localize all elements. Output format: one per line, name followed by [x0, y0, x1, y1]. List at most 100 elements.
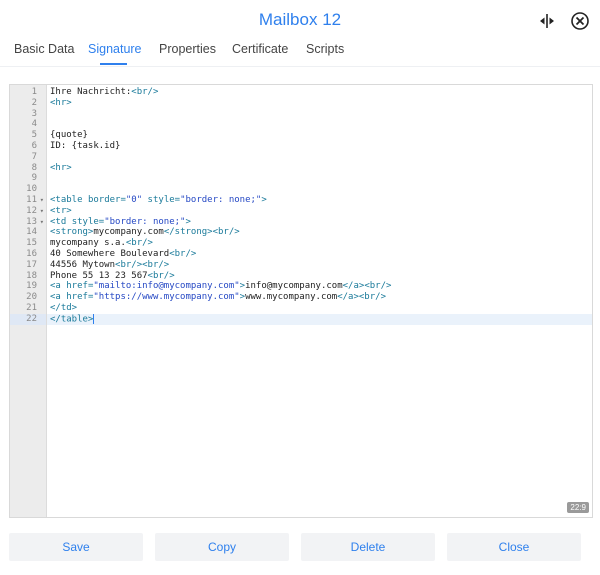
code-token: </td> — [50, 303, 78, 313]
code-token: <a — [50, 292, 67, 303]
code-token: </table> — [50, 314, 94, 325]
code-token: Phone 55 13 23 567 — [50, 270, 148, 281]
code-token: "border: none;" — [180, 195, 262, 205]
line-number: 13 ▾ — [10, 217, 46, 228]
code-line[interactable]: <a href="mailto:info@mycompany.com">info… — [50, 281, 592, 292]
line-number: 2 — [10, 98, 46, 109]
line-number: 7 — [10, 152, 46, 163]
line-number: 18 — [10, 271, 46, 282]
code-line[interactable]: <strong>mycompany.com</strong><br/> — [50, 227, 592, 238]
delete-button[interactable]: Delete — [301, 533, 435, 561]
line-number-text: 22 — [26, 313, 37, 324]
code-line[interactable]: ID: {task.id} — [50, 141, 592, 152]
code-token: > — [185, 216, 191, 227]
code-token: mycompany s.a. — [50, 238, 126, 249]
code-editor[interactable]: 1 2 3 4 5 6 7 8 9 10 11 ▾ 12 ▾ 13 ▾ 14 15 16 17 18 19 20 21 22 I… — [9, 84, 593, 518]
code-token: </a><br/> — [337, 292, 386, 303]
line-number-text: 20 — [26, 292, 37, 303]
line-number: 9 — [10, 173, 46, 184]
code-token: <br/> — [125, 238, 153, 249]
line-number: 16 — [10, 249, 46, 260]
code-line[interactable]: Ihre Nachricht:<br/> — [50, 87, 592, 98]
code-line[interactable]: mycompany s.a.<br/> — [50, 238, 592, 249]
code-token: www.mycompany.com — [245, 292, 338, 303]
tab-certificate[interactable]: Certificate — [232, 42, 288, 56]
line-number-text: 4 — [31, 119, 37, 130]
code-line[interactable] — [50, 184, 592, 195]
code-line[interactable]: {quote} — [50, 130, 592, 141]
code-line[interactable] — [50, 173, 592, 184]
code-line[interactable]: </td> — [50, 303, 592, 314]
code-line[interactable]: <td style="border: none;"> — [50, 217, 592, 228]
dialog-title: Mailbox 12 — [258, 10, 342, 29]
line-number-text: 17 — [26, 259, 37, 270]
code-line[interactable]: 44556 Mytown<br/><br/> — [50, 260, 592, 271]
line-number: 5 — [10, 130, 46, 141]
code-token: <br/> — [147, 270, 175, 281]
line-number: 11 ▾ — [10, 195, 46, 206]
code-line[interactable]: Phone 55 13 23 567<br/> — [50, 271, 592, 282]
code-token: Ihre Nachricht: — [50, 87, 132, 97]
line-number: 21 — [10, 303, 46, 314]
line-number-text: 16 — [26, 249, 37, 259]
code-token: "border: none;" — [104, 216, 186, 227]
code-token: <hr> — [50, 97, 72, 108]
tab-scripts[interactable]: Scripts — [306, 42, 344, 56]
copy-button[interactable]: Copy — [155, 533, 289, 561]
code-token: border= — [87, 195, 126, 205]
code-token: "mailto:info@mycompany.com" — [93, 281, 240, 292]
dialog-footer: Save Copy Delete Close — [0, 533, 600, 563]
code-line[interactable] — [50, 109, 592, 120]
code-token: </a><br/> — [342, 281, 392, 292]
save-button[interactable]: Save — [9, 533, 143, 561]
code-token: href= — [66, 281, 94, 292]
line-number: 15 — [10, 238, 46, 249]
text-cursor — [93, 313, 95, 324]
code-line[interactable] — [50, 152, 592, 163]
line-number-text: 15 — [26, 238, 37, 249]
tab-bar: Basic Data Signature Properties Certific… — [0, 40, 600, 67]
code-token: "https://www.mycompany.com" — [93, 292, 240, 303]
code-token: href= — [66, 292, 94, 303]
close-button[interactable]: Close — [447, 533, 581, 561]
code-line[interactable]: 40 Somewhere Boulevard<br/> — [50, 249, 592, 260]
line-number-text: 7 — [31, 151, 37, 162]
line-number-text: 10 — [26, 184, 37, 195]
code-area[interactable]: Ihre Nachricht:<br/> <hr> {quote} ID: {task… — [47, 85, 592, 517]
close-circle-icon[interactable] — [570, 11, 590, 31]
code-token: ID: {task.id} — [50, 141, 121, 151]
code-line[interactable]: <table border="0" style="border: none;"> — [50, 195, 592, 206]
line-number-gutter: 1 2 3 4 5 6 7 8 9 10 11 ▾ 12 ▾ 13 ▾ 14 15 16 17 18 19 20 21 22 — [10, 85, 47, 517]
code-token: <tr> — [50, 205, 72, 216]
code-token: </strong><br/> — [163, 227, 240, 238]
line-number-text: 11 — [26, 195, 37, 205]
code-token: style= — [71, 216, 105, 227]
active-tab-indicator — [100, 63, 127, 65]
tab-signature[interactable]: Signature — [88, 42, 142, 56]
code-line[interactable]: <hr> — [50, 163, 592, 174]
fold-toggle-icon[interactable]: ▾ — [40, 195, 44, 206]
cursor-position-badge: 22:9 — [567, 502, 589, 513]
fold-toggle-icon[interactable]: ▾ — [40, 217, 44, 228]
code-line[interactable]: <hr> — [50, 98, 592, 109]
split-resize-icon[interactable] — [537, 11, 557, 31]
code-line[interactable]: <a href="https://www.mycompany.com">www.… — [50, 292, 592, 303]
code-token: style= — [142, 195, 181, 205]
line-number-text: 12 — [26, 205, 37, 216]
tab-basic-data[interactable]: Basic Data — [14, 42, 74, 56]
code-line[interactable]: <tr> — [50, 206, 592, 217]
fold-toggle-icon[interactable]: ▾ — [40, 206, 44, 217]
dialog-header: Mailbox 12 — [0, 0, 600, 40]
line-number: 8 — [10, 163, 46, 174]
line-number: 1 — [10, 87, 46, 98]
line-number-text: 21 — [26, 303, 37, 313]
code-token: info@mycompany.com — [245, 281, 343, 292]
code-token: > — [261, 195, 267, 205]
code-token: <br/> — [169, 249, 197, 259]
code-line[interactable] — [50, 119, 592, 130]
code-line[interactable]: </table> — [47, 313, 592, 325]
line-number-text: 1 — [31, 87, 37, 97]
tab-properties[interactable]: Properties — [159, 42, 216, 56]
line-number: 6 — [10, 141, 46, 152]
code-token: 40 Somewhere Boulevard — [50, 249, 170, 259]
